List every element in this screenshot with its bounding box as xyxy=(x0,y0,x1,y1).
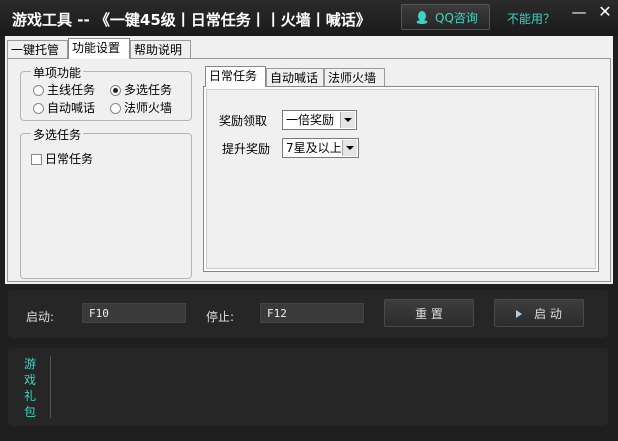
game-gift-link[interactable]: 游戏礼包 xyxy=(24,356,38,420)
start-button-label: 启 动 xyxy=(534,307,562,321)
multi-quest-group: 多选任务 日常任务 xyxy=(20,126,192,279)
radio-multi-quest[interactable]: 多选任务 xyxy=(110,81,172,98)
radio-label: 法师火墙 xyxy=(124,101,173,115)
minimize-button[interactable]: — xyxy=(569,2,589,22)
tab-daily-quest[interactable]: 日常任务 xyxy=(205,66,266,87)
gift-bar: 游戏礼包 xyxy=(8,348,608,426)
reward-select[interactable]: 一倍奖励 xyxy=(282,110,357,130)
radio-auto-shout[interactable]: 自动喊话 xyxy=(33,99,95,116)
radio-circle-selected xyxy=(110,85,121,96)
reward-label: 奖励领取 xyxy=(219,114,268,128)
radio-label: 自动喊话 xyxy=(47,101,96,115)
qq-penguin-icon xyxy=(416,11,428,24)
daily-quest-pane: 奖励领取 一倍奖励 提升奖励 7星及以上 xyxy=(203,86,599,272)
radio-mage-firewall[interactable]: 法师火墙 xyxy=(110,99,172,116)
multi-quest-title: 多选任务 xyxy=(31,126,84,143)
stop-hotkey-field[interactable]: F12 xyxy=(260,303,364,323)
reset-button[interactable]: 重 置 xyxy=(384,299,474,327)
radio-label: 主线任务 xyxy=(47,83,96,97)
inner-tab-area: 日常任务 自动喊话 法师火墙 奖励领取 一倍奖励 提升奖励 7星及以上 xyxy=(203,66,601,278)
upgrade-value: 7星及以上 xyxy=(286,141,342,155)
control-bar: 启动: F10 停止: F12 重 置 启 动 xyxy=(8,290,608,338)
stop-hotkey-label: 停止: xyxy=(206,310,235,324)
window-title: 游戏工具 -- 《一键45级丨日常任务丨丨火墙丨喊话》 xyxy=(12,11,371,29)
tab-mage-firewall[interactable]: 法师火墙 xyxy=(324,68,385,87)
reward-value: 一倍奖励 xyxy=(286,113,335,127)
upgrade-label: 提升奖励 xyxy=(222,142,271,156)
qq-consult-button[interactable]: QQ咨询 xyxy=(401,4,490,30)
tab-help[interactable]: 帮助说明 xyxy=(130,40,191,59)
play-icon xyxy=(516,310,523,318)
radio-label: 多选任务 xyxy=(124,83,173,97)
tab-feature-settings[interactable]: 功能设置 xyxy=(68,38,130,59)
tab-auto-hosting[interactable]: 一键托管 xyxy=(7,40,68,59)
title-bar: 游戏工具 -- 《一键45级丨日常任务丨丨火墙丨喊话》 QQ咨询 不能用？ — … xyxy=(0,0,618,36)
daily-quest-content: 奖励领取 一倍奖励 提升奖励 7星及以上 xyxy=(206,89,596,269)
checkbox-label: 日常任务 xyxy=(45,152,94,166)
checkbox-daily-quest[interactable]: 日常任务 xyxy=(31,150,93,167)
radio-circle xyxy=(33,85,44,96)
divider xyxy=(50,356,51,418)
qq-consult-label: QQ咨询 xyxy=(435,11,478,25)
single-function-group: 单项功能 主线任务 多选任务 自动喊话 法师火墙 xyxy=(20,64,192,121)
chevron-down-icon xyxy=(342,140,357,156)
checkbox-box xyxy=(31,154,42,165)
start-hotkey-label: 启动: xyxy=(26,310,55,324)
help-link[interactable]: 不能用？ xyxy=(507,10,555,27)
tab-auto-shout[interactable]: 自动喊话 xyxy=(266,68,324,87)
main-panel: 一键托管 功能设置 帮助说明 单项功能 主线任务 多选任务 自动喊话 法师火墙 … xyxy=(5,36,613,284)
radio-circle xyxy=(110,103,121,114)
chevron-down-icon xyxy=(340,112,355,128)
radio-circle xyxy=(33,103,44,114)
radio-main-quest[interactable]: 主线任务 xyxy=(33,81,95,98)
start-hotkey-field[interactable]: F10 xyxy=(82,303,186,323)
close-button[interactable]: ✕ xyxy=(595,2,615,22)
single-function-title: 单项功能 xyxy=(31,64,84,81)
upgrade-select[interactable]: 7星及以上 xyxy=(282,138,359,158)
start-button[interactable]: 启 动 xyxy=(494,299,584,327)
